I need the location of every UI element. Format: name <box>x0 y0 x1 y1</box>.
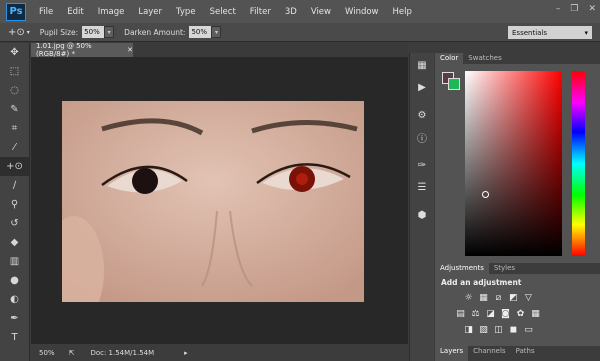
workspace-switcher[interactable]: Essentials ▾ <box>508 26 592 39</box>
photo-filter-icon[interactable]: ◙ <box>500 308 511 319</box>
vibrance-icon[interactable]: ▽ <box>523 292 534 303</box>
history-icon[interactable]: ▦ <box>410 55 434 75</box>
blur-tool-icon[interactable]: ● <box>0 271 29 290</box>
color-balance-icon[interactable]: ⚖ <box>470 308 481 319</box>
layers-panel-tabs: Layers Channels Paths <box>435 346 600 361</box>
chevron-down-icon: ▾ <box>584 28 588 37</box>
status-menu-arrow[interactable]: ▸ <box>184 349 188 357</box>
darken-amount-arrow[interactable]: ▾ <box>211 26 222 38</box>
adjustments-tabs: Adjustments Styles <box>435 263 600 274</box>
red-eye-tool-icon[interactable]: +⊙ <box>0 157 29 176</box>
menu-help[interactable]: Help <box>386 7 419 17</box>
color-lookup-icon[interactable]: ▦ <box>530 308 541 319</box>
darken-amount-label: Darken Amount: <box>124 27 186 37</box>
play-actions-icon[interactable]: ▶ <box>410 77 434 97</box>
toolbox: ✥ ⬚ ◌ ✎ ⌗ ⁄ +⊙ ∕ ⚲ ↺ ◆ ▥ ● ◐ ✒ T <box>0 43 30 361</box>
selective-color-icon[interactable]: ◼ <box>508 324 519 335</box>
menu-type[interactable]: Type <box>169 7 203 17</box>
workspace-label: Essentials <box>512 28 548 37</box>
gradient-map-icon[interactable]: ▭ <box>523 324 534 335</box>
menu-3d[interactable]: 3D <box>278 7 304 17</box>
doc-size: Doc: 1.54M/1.54M <box>90 348 155 357</box>
tab-color[interactable]: Color <box>435 53 464 64</box>
panels: Color Swatches Adjustments Styles Add an… <box>435 53 600 361</box>
menu-filter[interactable]: Filter <box>243 7 278 17</box>
menu-window[interactable]: Window <box>338 7 386 17</box>
tab-styles[interactable]: Styles <box>489 263 520 274</box>
minimize-icon[interactable]: – <box>556 4 561 14</box>
background-color-swatch[interactable] <box>448 78 460 90</box>
adjustments-heading: Add an adjustment <box>441 278 522 287</box>
hue-slider[interactable] <box>572 71 585 256</box>
menu-bar: Ps File Edit Image Layer Type Select Fil… <box>0 0 600 23</box>
tab-paths[interactable]: Paths <box>511 346 540 361</box>
crop-tool-icon[interactable]: ⌗ <box>0 119 29 138</box>
gradient-tool-icon[interactable]: ▥ <box>0 252 29 271</box>
close-icon[interactable]: ✕ <box>588 4 596 14</box>
marquee-tool-icon[interactable]: ⬚ <box>0 62 29 81</box>
brush-tool-icon[interactable]: ∕ <box>0 176 29 195</box>
channel-mixer-icon[interactable]: ✿ <box>515 308 526 319</box>
pen-tool-icon[interactable]: ✒ <box>0 309 29 328</box>
color-spectrum[interactable] <box>465 71 562 256</box>
adjustments-panel: Adjustments Styles Add an adjustment ☼ ▦… <box>435 263 600 346</box>
tab-strip <box>133 43 408 57</box>
move-tool-icon[interactable]: ✥ <box>0 43 29 62</box>
tab-layers[interactable]: Layers <box>435 346 469 361</box>
menu-select[interactable]: Select <box>203 7 243 17</box>
exposure-icon[interactable]: ◩ <box>508 292 519 303</box>
status-bar: 50% ⇱ Doc: 1.54M/1.54M ▸ <box>31 344 408 361</box>
menu-edit[interactable]: Edit <box>60 7 90 17</box>
tab-swatches[interactable]: Swatches <box>463 53 506 64</box>
export-icon[interactable]: ⇱ <box>69 349 75 357</box>
dodge-tool-icon[interactable]: ◐ <box>0 290 29 309</box>
quick-select-tool-icon[interactable]: ✎ <box>0 100 29 119</box>
restore-icon[interactable]: ❐ <box>570 4 578 14</box>
brightness-icon[interactable]: ☼ <box>463 292 474 303</box>
pupil-size-arrow[interactable]: ▾ <box>104 26 115 38</box>
black-white-icon[interactable]: ◪ <box>485 308 496 319</box>
clone-stamp-tool-icon[interactable]: ⚲ <box>0 195 29 214</box>
color-panel-tabs: Color Swatches <box>435 53 600 64</box>
eyedropper-tool-icon[interactable]: ⁄ <box>0 138 29 157</box>
photoshop-logo: Ps <box>6 2 26 21</box>
darken-amount-field[interactable]: 50% <box>189 26 212 38</box>
document-tab[interactable]: 1.01.jpg @ 50% (RGB/8#) * ✕ <box>31 42 133 58</box>
tab-channels[interactable]: Channels <box>468 346 510 361</box>
3d-icon[interactable]: ⬢ <box>410 205 434 225</box>
tool-preset-arrow[interactable]: ▾ <box>27 29 30 36</box>
brush-presets-icon[interactable]: ☰ <box>410 177 434 197</box>
invert-icon[interactable]: ◨ <box>463 324 474 335</box>
menu-image[interactable]: Image <box>91 7 132 17</box>
pupil-size-label: Pupil Size: <box>39 27 79 37</box>
zoom-level[interactable]: 50% <box>39 349 55 357</box>
levels-icon[interactable]: ▦ <box>478 292 489 303</box>
curves-icon[interactable]: ⧄ <box>493 292 504 303</box>
properties-icon[interactable]: ⚙ <box>410 105 434 125</box>
face-photo-graphic <box>62 101 364 302</box>
hue-saturation-icon[interactable]: ▤ <box>455 308 466 319</box>
panel-dock: ▦ ▶ ⚙ ⓘ ✑ ☰ ⬢ <box>409 53 434 361</box>
photo-image[interactable] <box>62 101 364 302</box>
posterize-icon[interactable]: ▧ <box>478 324 489 335</box>
brush-icon[interactable]: ✑ <box>410 155 434 175</box>
type-tool-icon[interactable]: T <box>0 328 29 347</box>
menu-layer[interactable]: Layer <box>131 7 169 17</box>
threshold-icon[interactable]: ◫ <box>493 324 504 335</box>
info-icon[interactable]: ⓘ <box>410 127 434 147</box>
menu-file[interactable]: File <box>32 7 60 17</box>
canvas-area[interactable] <box>31 57 408 344</box>
red-eye-tool-icon[interactable]: +⊙ <box>8 27 25 38</box>
history-brush-tool-icon[interactable]: ↺ <box>0 214 29 233</box>
color-picker-cursor[interactable] <box>482 191 489 198</box>
document-tab-title: 1.01.jpg @ 50% (RGB/8#) * <box>36 42 92 58</box>
pupil-size-field[interactable]: 50% <box>82 26 105 38</box>
menu-view[interactable]: View <box>304 7 338 17</box>
lasso-tool-icon[interactable]: ◌ <box>0 81 29 100</box>
eraser-tool-icon[interactable]: ◆ <box>0 233 29 252</box>
tab-adjustments[interactable]: Adjustments <box>435 263 489 274</box>
